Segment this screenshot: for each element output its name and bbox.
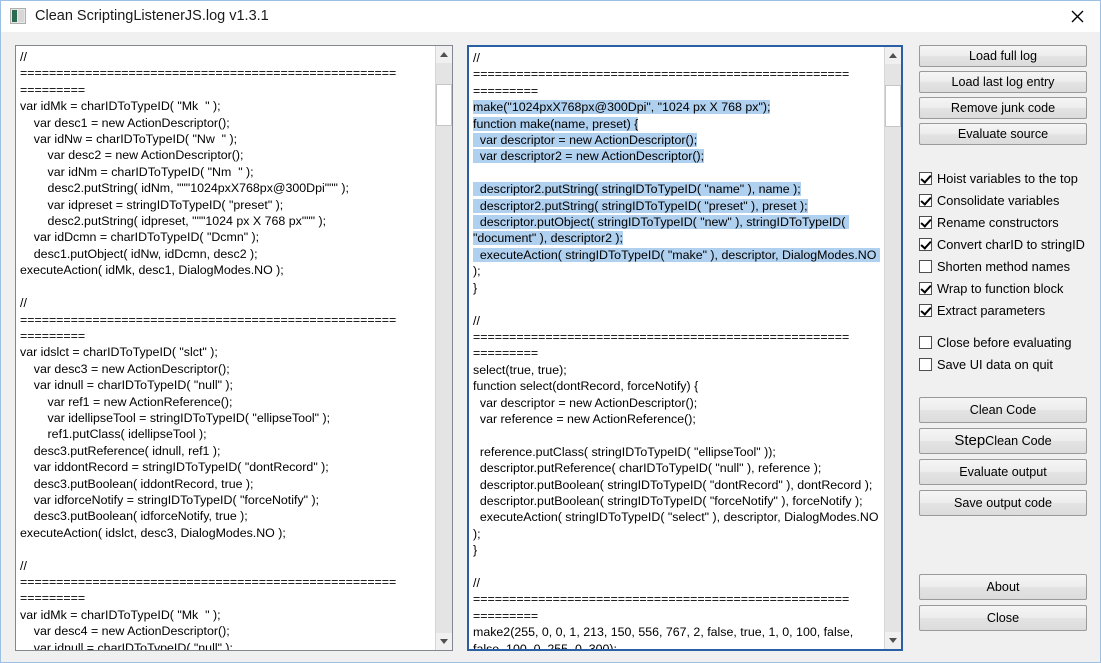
checkmark-icon[interactable] [919,237,932,251]
step-prefix-label: Step [954,432,986,449]
checkbox-extract-parameters[interactable]: Extract parameters [919,299,1089,321]
checkmark-icon[interactable] [919,193,932,207]
selected-code-segment: make("1024pxX768px@300Dpi", "1024 px X 7… [473,100,880,262]
close-window-button[interactable] [1054,1,1100,31]
cleanup-options-group: Hoist variables to the top Consolidate va… [919,167,1089,321]
checkbox-save-ui-data-on-quit[interactable]: Save UI data on quit [919,353,1089,375]
clean-code-label: Clean Code [969,403,1037,417]
load-full-log-button[interactable]: Load full log [919,45,1087,67]
consolidate-variables-label: Consolidate variables [937,192,1060,208]
scroll-track[interactable] [885,64,901,632]
checkbox-consolidate-variables[interactable]: Consolidate variables [919,189,1089,211]
action-buttons-group: Clean Code StepClean Code Evaluate output S… [919,397,1089,516]
scroll-down-button[interactable] [436,633,452,650]
checkbox-convert-charid-to-stringid[interactable]: Convert charID to stringID [919,233,1089,255]
step-clean-code-label: Clean Code [985,434,1052,448]
load-buttons-group: Load full log Load last log entry Remove j… [919,45,1089,145]
code-segment: ); } // ================================… [473,264,879,651]
checkmark-icon[interactable] [919,281,932,295]
checkmark-icon[interactable] [919,303,932,317]
source-log-text[interactable]: // =====================================… [16,46,434,650]
triangle-up-icon [440,52,448,57]
scroll-thumb[interactable] [885,85,901,127]
hoist-variables-label: Hoist variables to the top [937,170,1078,186]
scroll-up-button[interactable] [436,46,452,63]
step-clean-code-button[interactable]: StepClean Code [919,428,1087,454]
triangle-down-icon [889,638,897,643]
wrap-to-function-block-label: Wrap to function block [937,280,1064,296]
checkbox-shorten-method-names[interactable]: Shorten method names [919,255,1089,277]
code-segment: // =====================================… [473,51,850,98]
load-last-log-entry-button[interactable]: Load last log entry [919,71,1087,93]
triangle-up-icon [889,53,897,58]
scroll-track[interactable] [436,63,452,633]
empty-checkbox-icon[interactable] [919,259,932,273]
about-label: About [986,580,1020,594]
about-button[interactable]: About [919,574,1087,600]
convert-charid-to-stringid-label: Convert charID to stringID [937,236,1085,252]
controls-panel: Load full log Load last log entry Remove j… [919,45,1089,655]
load-last-log-entry-label: Load last log entry [951,75,1055,89]
empty-checkbox-icon[interactable] [919,335,932,349]
close-button[interactable]: Close [919,605,1087,631]
save-output-code-button[interactable]: Save output code [919,490,1087,516]
triangle-down-icon [440,639,448,644]
save-output-code-label: Save output code [953,496,1053,510]
scroll-down-button[interactable] [885,632,901,649]
title-bar: Clean ScriptingListenerJS.log v1.3.1 [1,1,1100,31]
cleaned-code-text[interactable]: // =====================================… [469,47,885,651]
application-window: Clean ScriptingListenerJS.log v1.3.1 // … [0,0,1101,663]
evaluate-source-button[interactable]: Evaluate source [919,123,1087,145]
save-ui-data-on-quit-label: Save UI data on quit [937,356,1053,372]
clean-code-button[interactable]: Clean Code [919,397,1087,423]
scroll-thumb[interactable] [436,84,452,126]
checkbox-rename-constructors[interactable]: Rename constructors [919,211,1089,233]
footer-buttons-group: About Close [919,574,1089,631]
remove-junk-code-label: Remove junk code [950,101,1056,115]
window-title: Clean ScriptingListenerJS.log v1.3.1 [35,8,269,24]
remove-junk-code-button[interactable]: Remove junk code [919,97,1087,119]
evaluate-source-label: Evaluate source [957,127,1049,141]
title-bar-separator [1,31,1100,32]
checkbox-hoist-variables[interactable]: Hoist variables to the top [919,167,1089,189]
close-before-evaluating-label: Close before evaluating [937,334,1072,350]
shorten-method-names-label: Shorten method names [937,258,1071,274]
cleaned-code-pane[interactable]: // =====================================… [467,45,903,651]
source-log-pane[interactable]: // =====================================… [15,45,453,651]
close-label: Close [986,611,1020,625]
checkmark-icon[interactable] [919,171,932,185]
scroll-up-button[interactable] [885,47,901,64]
cleaned-code-scrollbar[interactable] [884,47,901,649]
checkbox-wrap-to-function-block[interactable]: Wrap to function block [919,277,1089,299]
checkmark-icon[interactable] [919,215,932,229]
evaluate-output-label: Evaluate output [959,465,1047,479]
app-icon [10,8,26,24]
close-icon [1071,10,1083,22]
extract-parameters-label: Extract parameters [937,302,1046,318]
load-full-log-label: Load full log [969,49,1037,63]
checkbox-close-before-evaluating[interactable]: Close before evaluating [919,331,1089,353]
empty-checkbox-icon[interactable] [919,357,932,371]
evaluate-output-button[interactable]: Evaluate output [919,459,1087,485]
app-options-group: Close before evaluating Save UI data on q… [919,331,1089,375]
rename-constructors-label: Rename constructors [937,214,1059,230]
source-log-scrollbar[interactable] [435,46,452,650]
